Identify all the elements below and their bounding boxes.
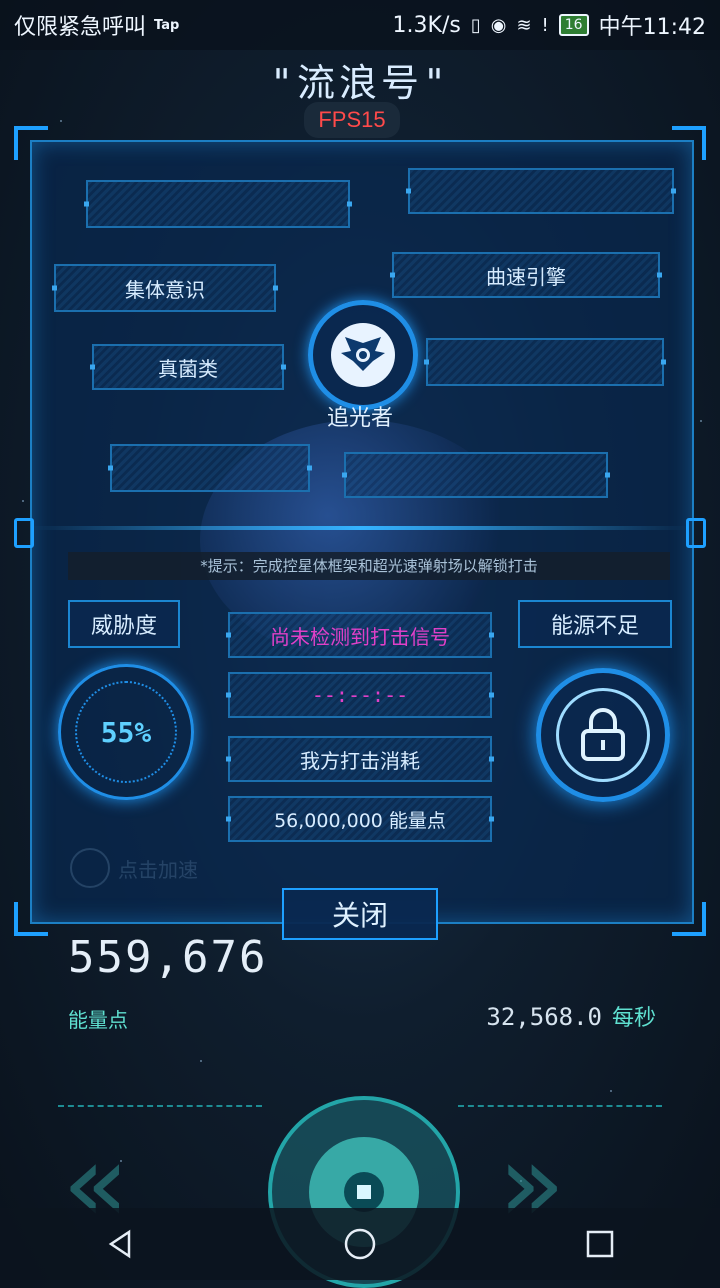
strike-signal: 尚未检测到打击信号 — [270, 624, 450, 649]
accelerate-hint: 点击加速 — [70, 848, 198, 888]
unlock-hint: *提示：完成控星体框架和超光速弹射场以解锁打击 — [68, 552, 670, 580]
carrier-text: 仅限紧急呼叫 — [14, 15, 147, 40]
dash-line-right — [458, 1105, 662, 1107]
gauge-ring — [75, 681, 177, 783]
fps-counter: FPS15 — [304, 102, 400, 138]
tech-slot-empty[interactable] — [344, 452, 608, 498]
strike-lock-button[interactable] — [536, 668, 670, 802]
winged-badge-icon — [341, 337, 385, 371]
tech-slot-warp[interactable]: 曲速引擎 — [392, 252, 660, 298]
home-icon[interactable] — [330, 1214, 390, 1274]
energy-rate: 32,568.0 每秒 — [486, 1000, 656, 1032]
tech-slot-empty[interactable] — [408, 168, 674, 214]
strike-signal-box: 尚未检测到打击信号 — [228, 612, 492, 658]
threat-label: 威胁度 — [68, 600, 180, 648]
energy-status-label: 能源不足 — [518, 600, 672, 648]
lock-icon — [581, 708, 625, 761]
threat-label-text: 威胁度 — [90, 614, 157, 639]
strike-timer-box: --:--:-- — [228, 672, 492, 718]
alert-icon: ! — [541, 14, 549, 36]
ship-title: "流浪号" — [270, 61, 450, 105]
accelerate-text: 点击加速 — [118, 857, 198, 882]
faction-name: 追光者 — [326, 406, 393, 431]
tech-slot-empty[interactable] — [86, 180, 350, 228]
wifi-icon: ≋ — [516, 14, 532, 36]
status-bar: 仅限紧急呼叫 Tap 1.3K/s ▯ ◉ ≋ ! 16 中午11:42 — [0, 0, 720, 50]
threat-gauge: 55% — [58, 664, 194, 800]
back-icon[interactable] — [90, 1214, 150, 1274]
network-speed: 1.3K/s — [392, 12, 461, 38]
vibrate-icon: ▯ — [470, 14, 481, 36]
tech-slot-fungi[interactable]: 真菌类 — [92, 344, 284, 390]
panel-divider — [30, 526, 690, 530]
faction-emblem[interactable] — [308, 300, 418, 410]
divider-cap-right — [686, 518, 706, 548]
tech-slot-label: 真菌类 — [158, 356, 218, 381]
tech-slot-empty[interactable] — [110, 444, 310, 492]
eye-icon: ◉ — [490, 14, 507, 36]
battery-icon: 16 — [558, 14, 589, 36]
tech-slot-collective[interactable]: 集体意识 — [54, 264, 276, 312]
strike-cost-label: 我方打击消耗 — [300, 748, 420, 773]
close-button[interactable]: 关闭 — [282, 888, 438, 940]
energy-unit: 能量点 — [68, 1008, 128, 1032]
strike-cost-value: 56,000,000 能量点 — [274, 809, 446, 832]
tap-icon: Tap — [154, 17, 180, 33]
strike-timer: --:--:-- — [311, 683, 409, 707]
accelerate-dot-icon — [70, 848, 110, 888]
tech-slot-label: 曲速引擎 — [486, 264, 566, 289]
nav-bar — [0, 1208, 720, 1280]
dash-line-left — [58, 1105, 262, 1107]
energy-rate-value: 32,568.0 — [486, 1003, 602, 1031]
energy-amount: 559,676 — [68, 932, 268, 983]
tech-slot-label: 集体意识 — [125, 277, 205, 302]
divider-cap-left — [14, 518, 34, 548]
strike-cost-box: 56,000,000 能量点 — [228, 796, 492, 842]
tech-slot-empty[interactable] — [426, 338, 664, 386]
strike-cost-label-box: 我方打击消耗 — [228, 736, 492, 782]
energy-status-text: 能源不足 — [550, 614, 639, 639]
clock: 中午11:42 — [598, 15, 706, 40]
energy-rate-unit: 每秒 — [611, 1006, 656, 1031]
recents-icon[interactable] — [570, 1214, 630, 1274]
